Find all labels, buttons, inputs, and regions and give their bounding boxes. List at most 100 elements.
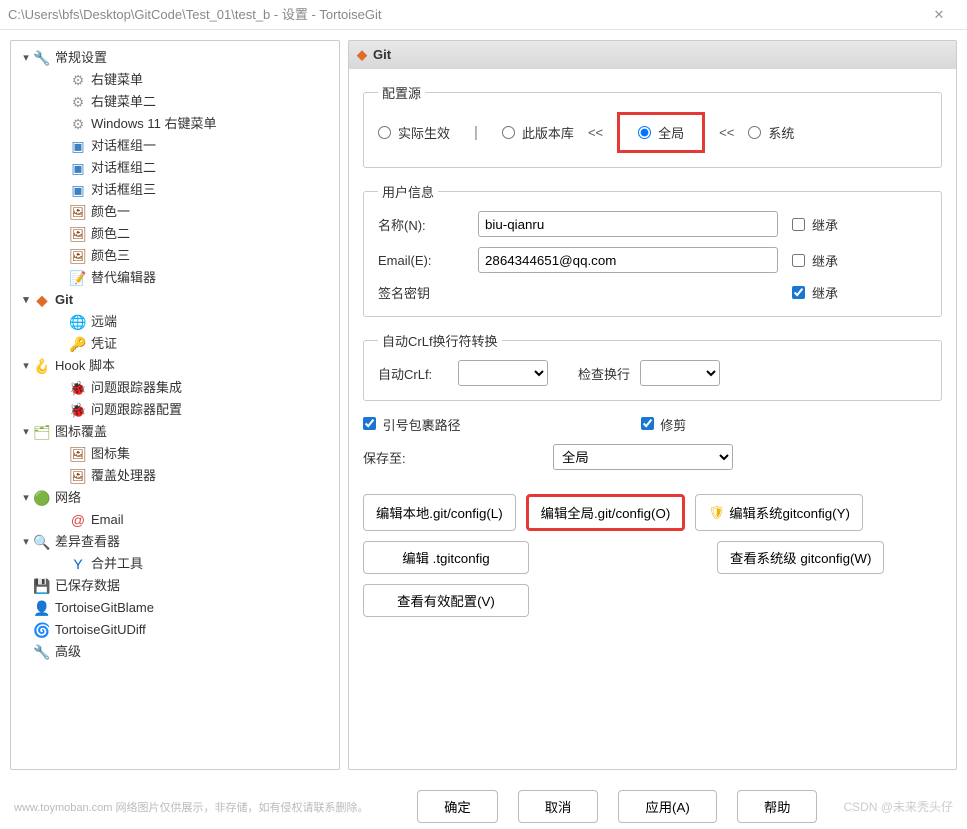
- tree-item[interactable]: 💾已保存数据: [15, 575, 335, 597]
- tree-item[interactable]: 🌐远端: [15, 311, 335, 333]
- tree-item[interactable]: 🖼颜色三: [15, 245, 335, 267]
- expander-icon[interactable]: ▾: [19, 421, 33, 443]
- auto-crlf-label: 自动CrLf:: [378, 364, 458, 383]
- footer: www.toymoban.com 网络图片仅供展示，非存储，如有侵权请联系删除。…: [0, 790, 967, 823]
- save-to-select[interactable]: 全局: [553, 444, 733, 470]
- tree-item[interactable]: ▾🪝Hook 脚本: [15, 355, 335, 377]
- tree-item[interactable]: ▾🔍差异查看器: [15, 531, 335, 553]
- expander-icon[interactable]: ▾: [19, 487, 33, 509]
- edit-tgitconfig-button[interactable]: 编辑 .tgitconfig: [363, 541, 529, 574]
- tree-item[interactable]: 👤TortoiseGitBlame: [15, 597, 335, 619]
- edit-local-button[interactable]: 编辑本地.git/config(L): [363, 494, 516, 531]
- udiff-icon: 🌀: [33, 621, 51, 639]
- sign-inherit-checkbox[interactable]: 继承: [792, 283, 838, 302]
- tree-item[interactable]: 🔑凭证: [15, 333, 335, 355]
- check-crlf-select[interactable]: [640, 360, 720, 386]
- tree-item[interactable]: 🌀TortoiseGitUDiff: [15, 619, 335, 641]
- settings-tree[interactable]: ▾🔧常规设置⚙右键菜单⚙右键菜单二⚙Windows 11 右键菜单▣对话框组一▣…: [10, 40, 340, 770]
- name-field[interactable]: [478, 211, 778, 237]
- tree-item-label: 对话框组一: [91, 135, 156, 157]
- tree-item[interactable]: ⚙右键菜单二: [15, 91, 335, 113]
- tree-item[interactable]: ▣对话框组三: [15, 179, 335, 201]
- tree-item-label: 颜色二: [91, 223, 130, 245]
- tree-item[interactable]: ▾🗂图标覆盖: [15, 421, 335, 443]
- tree-item[interactable]: ▾🔧常规设置: [15, 47, 335, 69]
- help-button[interactable]: 帮助: [737, 790, 818, 823]
- content-panel: ◆ Git 配置源 实际生效 | 此版本库 << 全局 << 系统: [348, 40, 957, 770]
- tree-item[interactable]: 🐞问题跟踪器配置: [15, 399, 335, 421]
- expander-icon[interactable]: ▾: [19, 47, 33, 69]
- crlf-group: 自动CrLf换行符转换 自动CrLf: 检查换行: [363, 331, 942, 401]
- expander-icon[interactable]: ▾: [19, 289, 33, 311]
- expander-icon[interactable]: ▾: [19, 355, 33, 377]
- tree-item[interactable]: ▾◆Git: [15, 289, 335, 311]
- tree-item-label: 问题跟踪器配置: [91, 399, 182, 421]
- view-effective-button[interactable]: 查看有效配置(V): [363, 584, 529, 617]
- wrench-icon: 🔧: [33, 49, 51, 67]
- palette-icon: 🖼: [69, 247, 87, 265]
- tree-item[interactable]: ⚙Windows 11 右键菜单: [15, 113, 335, 135]
- tree-item-label: 对话框组三: [91, 179, 156, 201]
- tree-item-label: 图标集: [91, 443, 130, 465]
- shield-icon: 🛡: [708, 505, 725, 521]
- config-source-group: 配置源 实际生效 | 此版本库 << 全局 << 系统: [363, 83, 942, 168]
- windows-icon: ▣: [69, 181, 87, 199]
- tree-item[interactable]: ▾🟢网络: [15, 487, 335, 509]
- name-inherit-checkbox[interactable]: 继承: [792, 215, 838, 234]
- overlay-icon: 🗂: [33, 423, 51, 441]
- email-inherit-checkbox[interactable]: 继承: [792, 251, 838, 270]
- edit-system-button[interactable]: 🛡编辑系统gitconfig(Y): [695, 494, 863, 531]
- tree-item-label: TortoiseGitBlame: [55, 597, 154, 619]
- check-crlf-label: 检查换行: [578, 364, 630, 383]
- git-icon: ◆: [357, 41, 367, 69]
- tree-item[interactable]: ▣对话框组一: [15, 135, 335, 157]
- quote-path-checkbox[interactable]: 引号包裹路径: [363, 415, 461, 434]
- tree-item[interactable]: ▣对话框组二: [15, 157, 335, 179]
- radio-effective[interactable]: 实际生效: [378, 123, 450, 142]
- save-to-label: 保存至:: [363, 448, 553, 467]
- search-icon: 🔍: [33, 533, 51, 551]
- bug-icon: 🐞: [69, 379, 87, 397]
- gear-icon: ⚙: [69, 71, 87, 89]
- tree-item-label: 问题跟踪器集成: [91, 377, 182, 399]
- prune-checkbox[interactable]: 修剪: [641, 415, 687, 434]
- merge-icon: Y: [69, 555, 87, 573]
- tree-item[interactable]: @Email: [15, 509, 335, 531]
- tree-item[interactable]: ⚙右键菜单: [15, 69, 335, 91]
- radio-system[interactable]: 系统: [748, 123, 794, 142]
- tree-item-label: Email: [91, 509, 124, 531]
- wrench-icon: 🔧: [33, 643, 51, 661]
- gear-icon: ⚙: [69, 115, 87, 133]
- palette-icon: 🖼: [69, 203, 87, 221]
- credential-icon: 🔑: [69, 335, 87, 353]
- tree-item-label: 高级: [55, 641, 81, 663]
- close-icon[interactable]: ✕: [919, 0, 959, 30]
- radio-global[interactable]: 全局: [638, 123, 684, 142]
- tree-item[interactable]: 🖼图标集: [15, 443, 335, 465]
- expander-icon[interactable]: ▾: [19, 531, 33, 553]
- radio-local[interactable]: 此版本库: [502, 123, 574, 142]
- apply-button[interactable]: 应用(A): [618, 790, 716, 823]
- tree-item[interactable]: 🖼颜色一: [15, 201, 335, 223]
- auto-crlf-select[interactable]: [458, 360, 548, 386]
- windows-icon: ▣: [69, 159, 87, 177]
- tree-item[interactable]: 🔧高级: [15, 641, 335, 663]
- tree-item[interactable]: 📝替代编辑器: [15, 267, 335, 289]
- network-icon: 🟢: [33, 489, 51, 507]
- edit-global-button[interactable]: 编辑全局.git/config(O): [526, 494, 686, 531]
- tree-item-label: 合并工具: [91, 553, 143, 575]
- tree-item[interactable]: Y合并工具: [15, 553, 335, 575]
- tree-item-label: 常规设置: [55, 47, 107, 69]
- email-field[interactable]: [478, 247, 778, 273]
- tree-item[interactable]: 🖼颜色二: [15, 223, 335, 245]
- ok-button[interactable]: 确定: [417, 790, 498, 823]
- crlf-legend: 自动CrLf换行符转换: [378, 331, 502, 350]
- view-system-button[interactable]: 查看系统级 gitconfig(W): [717, 541, 884, 574]
- tree-item-label: 远端: [91, 311, 117, 333]
- at-icon: @: [69, 511, 87, 529]
- config-source-legend: 配置源: [378, 83, 425, 102]
- tree-item[interactable]: 🖼覆盖处理器: [15, 465, 335, 487]
- tree-item[interactable]: 🐞问题跟踪器集成: [15, 377, 335, 399]
- cancel-button[interactable]: 取消: [518, 790, 599, 823]
- git-icon: ◆: [33, 291, 51, 309]
